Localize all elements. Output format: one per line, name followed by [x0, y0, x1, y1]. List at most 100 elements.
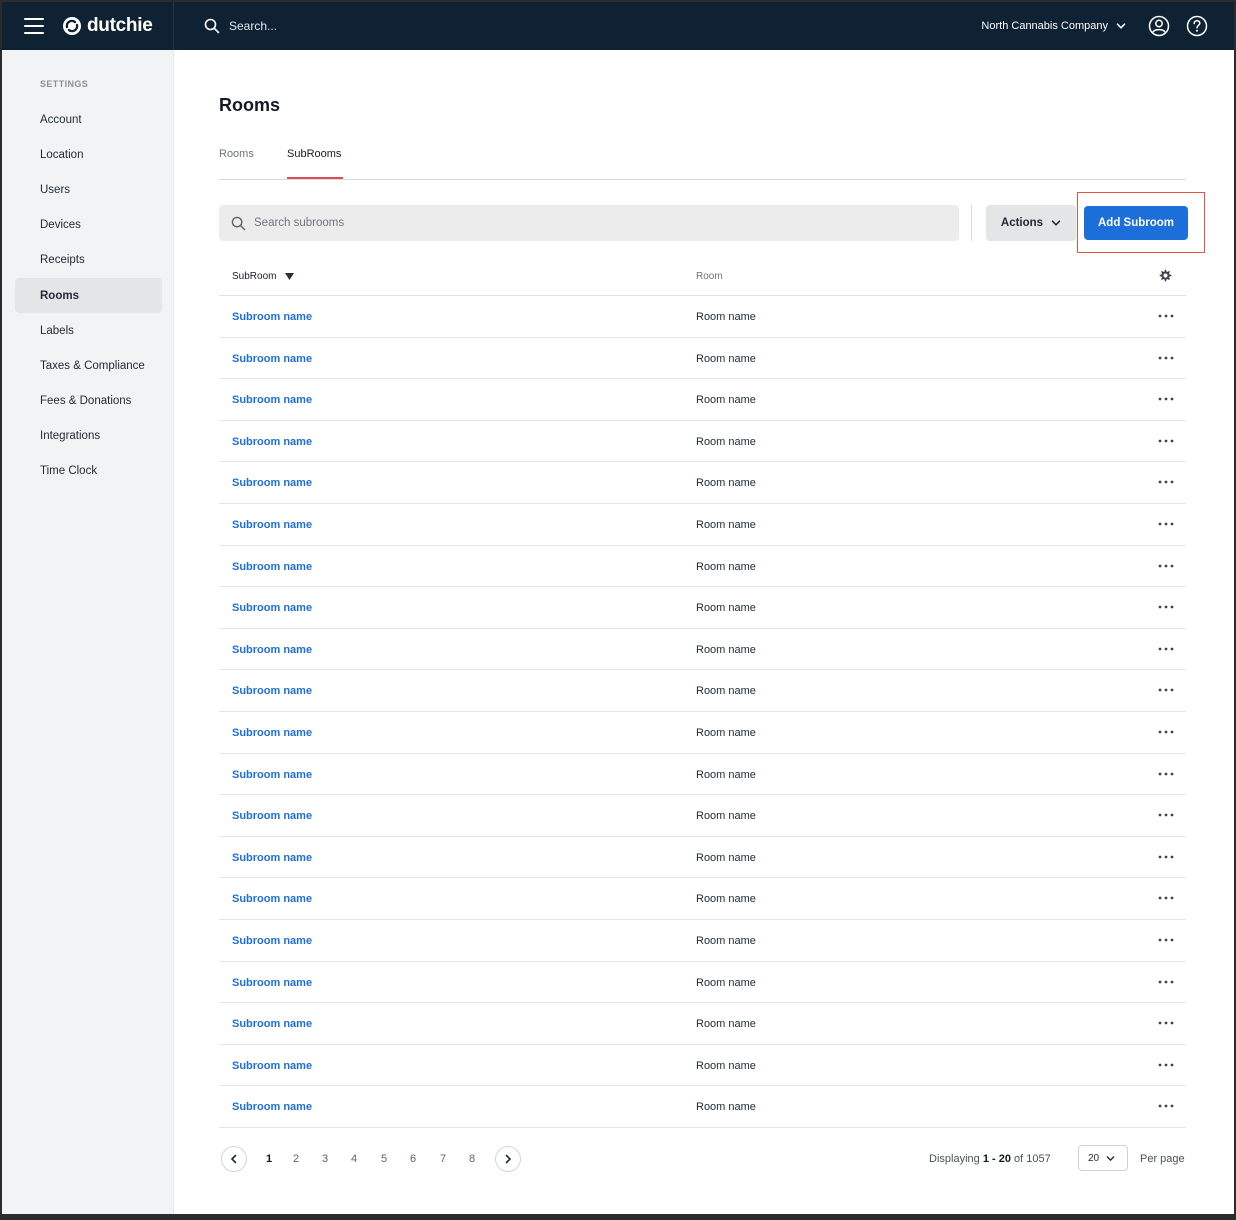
more-options-icon[interactable]	[1157, 1057, 1175, 1073]
gear-icon[interactable]	[1158, 268, 1173, 283]
table-row: Subroom name Room name	[219, 587, 1186, 629]
page-number-7[interactable]: 7	[436, 1153, 450, 1165]
company-selector[interactable]: North Cannabis Company	[981, 20, 1126, 32]
subroom-name-link[interactable]: Subroom name	[232, 477, 312, 489]
sidebar-item-account[interactable]: Account	[15, 102, 162, 137]
subroom-search-input[interactable]	[254, 217, 934, 229]
next-page-button[interactable]	[495, 1146, 521, 1172]
column-header-subroom[interactable]: SubRoom	[232, 271, 295, 282]
hamburger-menu-icon[interactable]	[24, 18, 44, 34]
sidebar-item-integrations[interactable]: Integrations	[15, 419, 162, 454]
room-name-cell: Room name	[696, 1101, 756, 1114]
subroom-name-link[interactable]: Subroom name	[232, 727, 312, 739]
more-options-icon[interactable]	[1157, 433, 1175, 449]
more-options-icon[interactable]	[1157, 558, 1175, 574]
company-name: North Cannabis Company	[981, 20, 1108, 32]
table-row: Subroom name Room name	[219, 629, 1186, 671]
table-row: Subroom name Room name	[219, 754, 1186, 796]
subroom-name-link[interactable]: Subroom name	[232, 893, 312, 905]
subroom-name-link[interactable]: Subroom name	[232, 977, 312, 989]
more-options-icon[interactable]	[1157, 599, 1175, 615]
chevron-down-icon	[1106, 1155, 1115, 1161]
page-number-4[interactable]: 4	[347, 1153, 361, 1165]
sidebar-item-users[interactable]: Users	[15, 172, 162, 207]
tab-bar: Rooms SubRooms	[219, 144, 1186, 180]
displaying-total: of 1057	[1014, 1153, 1051, 1165]
more-options-icon[interactable]	[1157, 766, 1175, 782]
sidebar-item-time-clock[interactable]: Time Clock	[15, 454, 162, 489]
page-number-5[interactable]: 5	[377, 1153, 391, 1165]
page-number-3[interactable]: 3	[318, 1153, 332, 1165]
subroom-search-field[interactable]	[219, 205, 959, 241]
sidebar-item-label: Receipts	[40, 254, 85, 267]
more-options-icon[interactable]	[1157, 1015, 1175, 1031]
subroom-name-link[interactable]: Subroom name	[232, 436, 312, 448]
more-options-icon[interactable]	[1157, 849, 1175, 865]
subroom-name-link[interactable]: Subroom name	[232, 935, 312, 947]
more-options-icon[interactable]	[1157, 932, 1175, 948]
user-account-icon[interactable]	[1148, 15, 1170, 37]
subroom-name-link[interactable]: Subroom name	[232, 519, 312, 531]
table-row: Subroom name Room name	[219, 795, 1186, 837]
tab-rooms[interactable]: Rooms	[219, 148, 254, 160]
subroom-name-link[interactable]: Subroom name	[232, 311, 312, 323]
page-number-6[interactable]: 6	[406, 1153, 420, 1165]
more-options-icon[interactable]	[1157, 724, 1175, 740]
subroom-name-link[interactable]: Subroom name	[232, 394, 312, 406]
brand-name: dutchie	[87, 15, 153, 36]
subroom-name-link[interactable]: Subroom name	[232, 769, 312, 781]
previous-page-button[interactable]	[221, 1146, 247, 1172]
page-number-8[interactable]: 8	[465, 1153, 479, 1165]
subroom-name-link[interactable]: Subroom name	[232, 852, 312, 864]
sidebar-item-receipts[interactable]: Receipts	[15, 243, 162, 278]
sidebar-item-rooms[interactable]: Rooms	[15, 277, 162, 314]
actions-dropdown-button[interactable]: Actions	[986, 205, 1076, 241]
subroom-name-link[interactable]: Subroom name	[232, 1101, 312, 1113]
more-options-icon[interactable]	[1157, 807, 1175, 823]
column-header-room[interactable]: Room	[696, 271, 723, 282]
page-number-2[interactable]: 2	[289, 1153, 303, 1165]
subroom-name-link[interactable]: Subroom name	[232, 810, 312, 822]
more-options-icon[interactable]	[1157, 1098, 1175, 1114]
sort-descending-icon	[285, 273, 295, 280]
table-row: Subroom name Room name	[219, 1003, 1186, 1045]
room-name-cell: Room name	[696, 851, 756, 864]
subroom-name-link[interactable]: Subroom name	[232, 602, 312, 614]
sidebar-item-devices[interactable]: Devices	[15, 208, 162, 243]
subroom-name-link[interactable]: Subroom name	[232, 644, 312, 656]
table-header: SubRoom Room	[219, 257, 1186, 296]
sidebar-item-label: Fees & Donations	[40, 395, 132, 408]
subroom-name-link[interactable]: Subroom name	[232, 1018, 312, 1030]
subroom-name-link[interactable]: Subroom name	[232, 685, 312, 697]
sidebar-item-labels[interactable]: Labels	[15, 313, 162, 348]
per-page-label: Per page	[1140, 1153, 1185, 1165]
table-row: Subroom name Room name	[219, 670, 1186, 712]
subroom-name-link[interactable]: Subroom name	[232, 1060, 312, 1072]
help-icon[interactable]	[1186, 15, 1208, 37]
sidebar-item-taxes-compliance[interactable]: Taxes & Compliance	[15, 348, 162, 383]
more-options-icon[interactable]	[1157, 474, 1175, 490]
top-bar-brand-area: dutchie	[2, 2, 174, 50]
sidebar-item-fees-donations[interactable]: Fees & Donations	[15, 384, 162, 419]
sidebar-item-location[interactable]: Location	[15, 137, 162, 172]
more-options-icon[interactable]	[1157, 974, 1175, 990]
brand-logo[interactable]: dutchie	[62, 15, 153, 37]
table-row: Subroom name Room name	[219, 837, 1186, 879]
page-number-1[interactable]: 1	[262, 1153, 276, 1165]
more-options-icon[interactable]	[1157, 890, 1175, 906]
table-row: Subroom name Room name	[219, 1086, 1186, 1128]
more-options-icon[interactable]	[1157, 308, 1175, 324]
actions-label: Actions	[1000, 217, 1044, 229]
more-options-icon[interactable]	[1157, 391, 1175, 407]
more-options-icon[interactable]	[1157, 682, 1175, 698]
subroom-name-link[interactable]: Subroom name	[232, 353, 312, 365]
global-search[interactable]: Search...	[204, 18, 981, 34]
per-page-select[interactable]: 20	[1078, 1145, 1128, 1171]
room-name-cell: Room name	[696, 1018, 756, 1031]
subroom-name-link[interactable]: Subroom name	[232, 561, 312, 573]
sidebar-item-label: Devices	[40, 219, 81, 232]
more-options-icon[interactable]	[1157, 350, 1175, 366]
more-options-icon[interactable]	[1157, 516, 1175, 532]
tab-subrooms[interactable]: SubRooms	[287, 148, 341, 160]
more-options-icon[interactable]	[1157, 641, 1175, 657]
